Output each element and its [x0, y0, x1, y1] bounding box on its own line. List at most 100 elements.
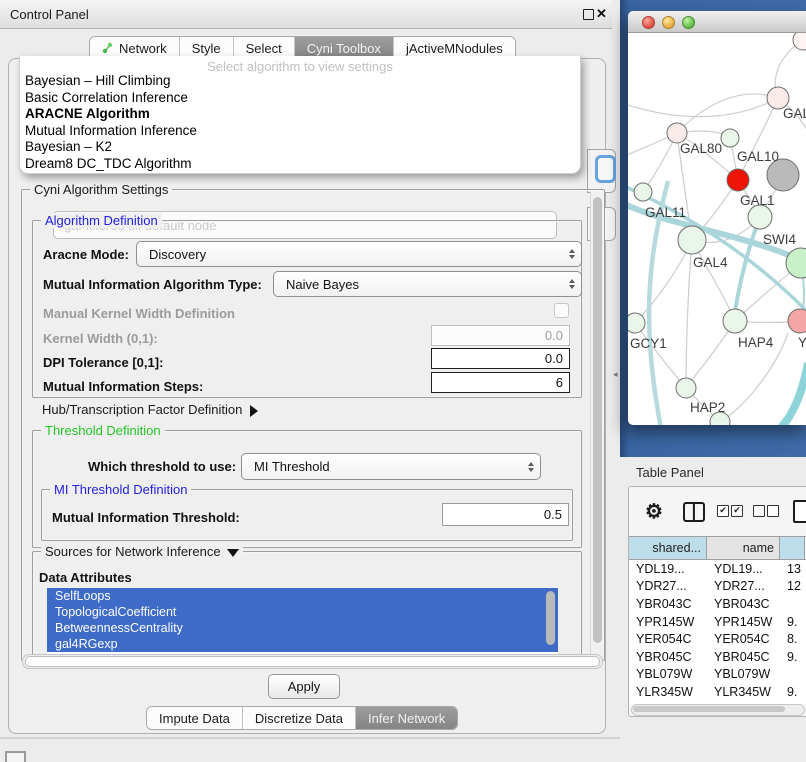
unchecked-checkbox-icon[interactable]	[753, 505, 765, 517]
network-node[interactable]	[723, 309, 747, 333]
algorithm-definition-group: Algorithm Definition Aracne Mode: Discov…	[32, 220, 582, 398]
network-node[interactable]	[727, 169, 749, 191]
manual-kernel-checkbox[interactable]	[554, 303, 569, 318]
table-row[interactable]: YPR145WYPR145W9.	[629, 613, 806, 631]
table-cell: 8.	[780, 632, 805, 646]
sources-title[interactable]: Sources for Network Inference	[41, 544, 243, 559]
table-cell: YPR145W	[629, 615, 707, 629]
table-cell: YDR27...	[629, 579, 707, 593]
close-panel-icon[interactable]: ✕	[596, 6, 607, 22]
collapsed-panel-button[interactable]	[5, 751, 26, 762]
network-node[interactable]	[721, 129, 739, 147]
table-row[interactable]: YDL19...YDL19...13	[629, 560, 806, 578]
mi-type-combo[interactable]: Naive Bayes	[273, 271, 582, 297]
table-cell: YBL079W	[707, 667, 780, 681]
network-node[interactable]	[628, 313, 645, 333]
table-row[interactable]: YLR345WYLR345W9.	[629, 683, 806, 701]
data-attribute-item[interactable]: gal4RGexp	[47, 636, 558, 652]
data-attribute-item[interactable]: SelfLoops	[47, 588, 558, 604]
algorithm-option[interactable]: Dream8 DC_TDC Algorithm	[20, 156, 580, 173]
node-label: GAL4	[693, 255, 728, 270]
network-node[interactable]	[788, 309, 806, 333]
table-hscrollbar-thumb[interactable]	[633, 706, 785, 712]
minimize-window-icon[interactable]	[662, 16, 675, 29]
table-horizontal-scrollbar[interactable]	[631, 704, 805, 716]
settings-vertical-scrollbar[interactable]	[590, 192, 603, 656]
apply-button[interactable]: Apply	[268, 674, 340, 699]
table-cell: YDR27...	[707, 579, 780, 593]
aracne-mode-combo[interactable]: Discovery	[136, 241, 582, 267]
dpi-tolerance-field[interactable]: 0.0	[431, 348, 570, 369]
algorithm-option[interactable]: Bayesian – Hill Climbing	[20, 73, 580, 90]
node-label: GAL1	[740, 193, 775, 208]
network-view-window[interactable]: GALGAL80GAL10GAL1GAL11SWI4GAL4GCY1HAP4YH…	[628, 11, 806, 425]
combo-stepper-icon	[528, 462, 534, 472]
mi-steps-field[interactable]: 6	[431, 372, 570, 393]
network-canvas[interactable]: GALGAL80GAL10GAL1GAL11SWI4GAL4GCY1HAP4YH…	[628, 33, 806, 425]
kernel-width-field[interactable]: 0.0	[431, 325, 570, 346]
table-row[interactable]: YBR045CYBR045C9.	[629, 648, 806, 666]
unchecked-checkbox-icon[interactable]	[767, 505, 779, 517]
table-cell: YLR345W	[629, 685, 707, 699]
table-cell: 9.	[780, 685, 805, 699]
data-attributes-list[interactable]: SelfLoopsTopologicalCoefficientBetweenne…	[47, 588, 558, 656]
columns-icon[interactable]	[683, 502, 705, 522]
mi-threshold-definition-group: MI Threshold Definition Mutual Informati…	[41, 489, 573, 541]
network-node[interactable]	[667, 123, 687, 143]
table-row[interactable]: YER054CYER054C8.	[629, 630, 806, 648]
table-rows[interactable]: YDL19...YDL19...13YDR27...YDR27...12YBR0…	[629, 560, 806, 704]
algorithm-option[interactable]: Bayesian – K2	[20, 139, 580, 156]
table-toolbar: ⚙ ✔ ✔	[629, 487, 806, 536]
tab-label: Discretize Data	[255, 711, 343, 726]
document-icon[interactable]	[793, 500, 806, 523]
which-threshold-combo[interactable]: MI Threshold	[241, 453, 541, 480]
float-panel-icon[interactable]	[583, 9, 594, 20]
algorithm-option[interactable]: ARACNE Algorithm	[20, 106, 580, 123]
tab-infer-network[interactable]: Infer Network	[356, 707, 457, 729]
network-desktop: GALGAL80GAL10GAL1GAL11SWI4GAL4GCY1HAP4YH…	[620, 0, 806, 457]
checked-checkbox-icon[interactable]: ✔	[717, 505, 729, 517]
table-row[interactable]: YBL079WYBL079W	[629, 666, 806, 684]
table-cell: YBR043C	[707, 597, 780, 611]
network-edge	[746, 363, 806, 425]
node-label: GAL11	[645, 205, 686, 220]
list-scrollbar-thumb[interactable]	[546, 591, 555, 645]
tab-label: Network	[119, 41, 167, 56]
mi-threshold-field[interactable]: 0.5	[442, 503, 569, 526]
table-cell: 12	[780, 579, 805, 593]
hub-definition-toggle[interactable]: Hub/Transcription Factor Definition	[42, 402, 258, 417]
panel-collapse-handle[interactable]: ◂	[613, 369, 618, 380]
network-node[interactable]	[748, 205, 772, 229]
algorithm-option[interactable]: Mutual Information Inference	[20, 123, 580, 140]
tab-discretize-data[interactable]: Discretize Data	[243, 707, 356, 729]
hscrollbar-thumb[interactable]	[25, 656, 600, 667]
kernel-width-label: Kernel Width (0,1):	[43, 331, 158, 346]
node-label: HAP2	[690, 400, 725, 415]
data-attribute-item[interactable]: BetweennessCentrality	[47, 620, 558, 636]
column-header[interactable]: name	[707, 537, 780, 559]
combo-focus-button[interactable]	[595, 155, 616, 183]
mi-threshold-definition-title: MI Threshold Definition	[50, 482, 191, 497]
column-header[interactable]	[780, 537, 805, 559]
close-window-icon[interactable]	[642, 16, 655, 29]
node-label: SWI4	[763, 232, 796, 247]
node-label: GAL10	[737, 149, 779, 164]
network-node[interactable]	[634, 183, 652, 201]
settings-horizontal-scrollbar[interactable]	[22, 654, 603, 669]
checked-checkbox-icon[interactable]: ✔	[731, 505, 743, 517]
table-row[interactable]: YBR043CYBR043C	[629, 595, 806, 613]
scrollbar-thumb[interactable]	[593, 197, 602, 643]
column-header[interactable]: shared...	[629, 537, 707, 559]
zoom-window-icon[interactable]	[682, 16, 695, 29]
network-node[interactable]	[676, 378, 696, 398]
tab-impute-data[interactable]: Impute Data	[147, 707, 243, 729]
network-edge	[628, 98, 778, 117]
data-attribute-item[interactable]: TopologicalCoefficient	[47, 604, 558, 620]
table-header[interactable]: shared...name	[629, 536, 806, 560]
gear-icon[interactable]: ⚙	[645, 499, 663, 524]
network-window-titlebar[interactable]	[628, 11, 806, 33]
table-row[interactable]: YDR27...YDR27...12	[629, 578, 806, 596]
network-node[interactable]	[678, 226, 706, 254]
algorithm-option[interactable]: Basic Correlation Inference	[20, 90, 580, 107]
network-node[interactable]	[793, 33, 806, 50]
